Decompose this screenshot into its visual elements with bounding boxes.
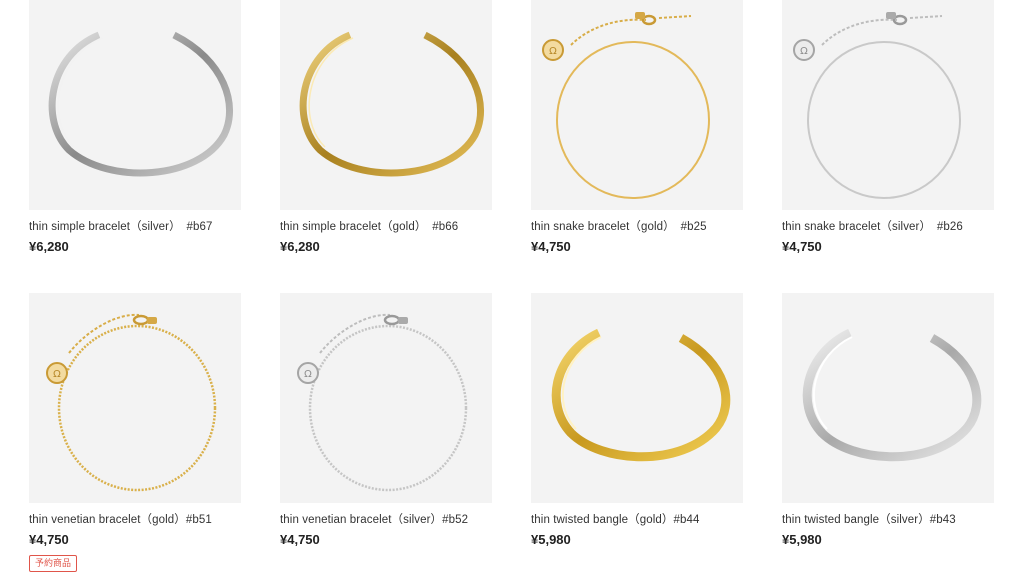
product-image[interactable] — [29, 0, 241, 210]
product-card[interactable]: thin simple bracelet（gold） #b66 ¥6,280 — [280, 0, 492, 293]
product-name[interactable]: thin snake bracelet（gold） #b25 — [531, 220, 743, 234]
product-card[interactable]: Ω thin snake bracelet（silver） #b26 ¥4,75… — [782, 0, 994, 293]
product-image[interactable]: Ω — [280, 293, 492, 503]
product-name[interactable]: thin venetian bracelet（silver）#b52 — [280, 513, 492, 527]
product-image[interactable]: Ω — [782, 0, 994, 210]
svg-text:Ω: Ω — [800, 46, 808, 57]
product-price: ¥4,750 — [280, 532, 320, 547]
svg-text:Ω: Ω — [304, 369, 312, 380]
svg-text:Ω: Ω — [53, 369, 61, 380]
preorder-badge: 予約商品 — [29, 555, 78, 572]
product-price: ¥6,280 — [280, 239, 320, 254]
product-image[interactable] — [782, 293, 994, 503]
product-image[interactable] — [280, 0, 492, 210]
product-grid-page: thin simple bracelet（silver） #b67 ¥6,280 — [0, 0, 1024, 587]
product-name[interactable]: thin venetian bracelet（gold）#b51 — [29, 513, 241, 527]
product-name[interactable]: thin snake bracelet（silver） #b26 — [782, 220, 994, 234]
silver-cuff-bracelet-icon — [48, 31, 234, 177]
product-image[interactable] — [531, 293, 743, 503]
product-price: ¥5,980 — [782, 532, 822, 547]
gold-chain-bracelet-icon: Ω — [542, 12, 710, 199]
gold-cuff-bracelet-icon — [299, 31, 485, 177]
product-grid: thin simple bracelet（silver） #b67 ¥6,280 — [29, 0, 994, 586]
product-card[interactable]: thin twisted bangle（silver）#b43 ¥5,980 — [782, 293, 994, 586]
silver-twisted-bangle-icon — [802, 328, 982, 462]
product-name[interactable]: thin simple bracelet（silver） #b67 — [29, 220, 241, 234]
gold-venetian-bracelet-icon: Ω — [46, 313, 217, 492]
product-card[interactable]: thin twisted bangle（gold）#b44 ¥5,980 — [531, 293, 743, 586]
silver-chain-bracelet-icon: Ω — [793, 12, 961, 199]
product-card[interactable]: Ω thin snake bracelet（gold） #b25 ¥4,750 — [531, 0, 743, 293]
product-card[interactable]: Ω thin venetian bracelet（silver）#b52 ¥4,… — [280, 293, 492, 586]
silver-venetian-bracelet-icon: Ω — [297, 313, 468, 492]
gold-twisted-bangle-icon — [551, 328, 731, 462]
product-name[interactable]: thin simple bracelet（gold） #b66 — [280, 220, 492, 234]
product-card[interactable]: Ω thin venetian bracelet（gold）#b51 ¥4,75… — [29, 293, 241, 586]
product-name[interactable]: thin twisted bangle（silver）#b43 — [782, 513, 994, 527]
product-image[interactable]: Ω — [531, 0, 743, 210]
product-price: ¥4,750 — [29, 532, 69, 547]
product-price: ¥4,750 — [782, 239, 822, 254]
svg-text:Ω: Ω — [549, 46, 557, 57]
product-price: ¥4,750 — [531, 239, 571, 254]
product-price: ¥5,980 — [531, 532, 571, 547]
product-card[interactable]: thin simple bracelet（silver） #b67 ¥6,280 — [29, 0, 241, 293]
product-name[interactable]: thin twisted bangle（gold）#b44 — [531, 513, 743, 527]
product-price: ¥6,280 — [29, 239, 69, 254]
product-image[interactable]: Ω — [29, 293, 241, 503]
